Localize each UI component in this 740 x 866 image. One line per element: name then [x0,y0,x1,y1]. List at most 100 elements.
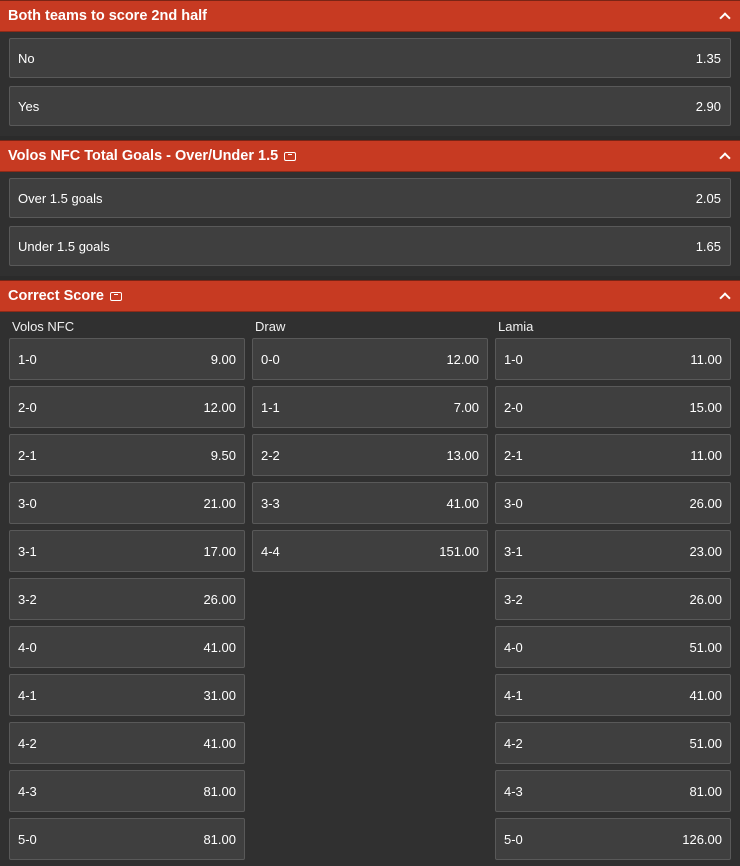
score-odds: 51.00 [689,735,722,751]
score-label: 0-0 [261,351,280,367]
score-button[interactable]: 3-2 26.00 [9,578,245,620]
score-label: 3-1 [18,543,37,559]
market-section: Both teams to score 2nd half No 1.35 Yes 2.9… [0,0,740,136]
score-label: 2-1 [504,447,523,463]
score-odds: 9.00 [210,351,236,367]
market-title: Volos NFC Total Goals - Over/Under 1.5 [8,148,720,164]
score-odds: 23.00 [689,543,722,559]
score-button[interactable]: 2-2 13.00 [252,434,488,476]
score-odds: 12.00 [203,399,236,415]
correct-score-column: Draw 0-0 12.00 1-1 7.00 2-2 13.00 3-3 41.00 4-4 15… [252,312,488,866]
score-odds: 17.00 [203,543,236,559]
column-label: Lamia [498,319,534,334]
column-label: Draw [255,319,286,334]
score-odds: 11.00 [690,351,722,367]
selection-button[interactable]: Over 1.5 goals 2.05 [9,178,731,218]
score-label: 4-0 [18,639,37,655]
score-button[interactable]: 4-3 81.00 [9,770,245,812]
market-selections: Over 1.5 goals 2.05 Under 1.5 goals 1.65 [0,172,740,276]
selection-label: No [18,50,35,66]
score-label: 4-3 [504,783,523,799]
score-odds: 7.00 [453,399,479,415]
score-button[interactable]: 0-0 12.00 [252,338,488,380]
score-label: 4-0 [504,639,523,655]
score-button[interactable]: 2-0 12.00 [9,386,245,428]
score-odds: 12.00 [446,351,479,367]
score-label: 2-0 [18,399,37,415]
score-button[interactable]: 4-4 151.00 [252,530,488,572]
score-button[interactable]: 4-0 41.00 [9,626,245,668]
market-header[interactable]: Volos NFC Total Goals - Over/Under 1.5 [0,140,740,172]
market-title: Correct Score [8,288,720,304]
score-button[interactable]: 4-3 81.00 [495,770,731,812]
score-label: 3-2 [504,591,523,607]
market-header[interactable]: Both teams to score 2nd half [0,0,740,32]
selection-odds: 2.05 [695,190,721,206]
score-button[interactable]: 2-1 11.00 [495,434,731,476]
score-button[interactable]: 4-2 41.00 [9,722,245,764]
score-button[interactable]: 2-0 15.00 [495,386,731,428]
selection-button[interactable]: Under 1.5 goals 1.65 [9,226,731,266]
market-selections: No 1.35 Yes 2.90 [0,32,740,136]
score-button[interactable]: 4-0 51.00 [495,626,731,668]
score-odds: 81.00 [203,831,236,847]
market-header[interactable]: Correct Score [0,280,740,312]
score-odds: 15.00 [689,399,722,415]
market-title-text: Both teams to score 2nd half [8,8,208,24]
selection-button[interactable]: Yes 2.90 [9,86,731,126]
score-odds: 81.00 [689,783,722,799]
score-odds: 41.00 [203,735,236,751]
score-label: 2-1 [18,447,37,463]
selection-label: Under 1.5 goals [18,238,110,254]
score-button[interactable]: 2-1 9.50 [9,434,245,476]
score-odds: 9.50 [210,447,236,463]
score-odds: 21.00 [203,495,236,511]
score-odds: 31.00 [203,687,236,703]
score-label: 3-3 [261,495,280,511]
selection-odds: 2.90 [695,98,721,114]
score-odds: 26.00 [689,591,722,607]
chevron-up-icon[interactable] [720,151,730,161]
score-odds: 26.00 [689,495,722,511]
score-button[interactable]: 4-2 51.00 [495,722,731,764]
score-button[interactable]: 4-1 31.00 [9,674,245,716]
score-odds: 11.00 [690,447,722,463]
score-button[interactable]: 5-0 81.00 [9,818,245,860]
selection-odds: 1.65 [695,238,721,254]
score-button[interactable]: 3-3 41.00 [252,482,488,524]
score-label: 5-0 [18,831,37,847]
score-odds: 41.00 [689,687,722,703]
selection-button[interactable]: No 1.35 [9,38,731,78]
score-button[interactable]: 4-1 41.00 [495,674,731,716]
score-button[interactable]: 1-0 9.00 [9,338,245,380]
score-button[interactable]: 1-1 7.00 [252,386,488,428]
score-label: 3-2 [18,591,37,607]
correct-score-column: Volos NFC 1-0 9.00 2-0 12.00 2-1 9.50 3-0 21.00 3… [9,312,245,866]
score-label: 3-0 [504,495,523,511]
score-label: 4-1 [18,687,37,703]
score-odds: 41.00 [203,639,236,655]
score-button[interactable]: 3-1 23.00 [495,530,731,572]
score-button[interactable]: 1-0 11.00 [495,338,731,380]
chevron-up-icon[interactable] [720,291,730,301]
score-label: 3-0 [18,495,37,511]
score-label: 1-0 [504,351,523,367]
chevron-up-icon[interactable] [720,11,730,21]
market-title-text: Volos NFC Total Goals - Over/Under 1.5 [8,148,279,164]
bet-builder-icon [109,291,122,301]
score-button[interactable]: 3-0 21.00 [9,482,245,524]
score-button[interactable]: 3-0 26.00 [495,482,731,524]
score-button[interactable]: 3-2 26.00 [495,578,731,620]
score-odds: 26.00 [203,591,236,607]
correct-score-grid: Volos NFC 1-0 9.00 2-0 12.00 2-1 9.50 3-0 21.00 3… [0,312,740,866]
market-title: Both teams to score 2nd half [8,8,720,24]
score-label: 4-4 [261,543,280,559]
market-section: Volos NFC Total Goals - Over/Under 1.5 Ov… [0,140,740,276]
selection-label: Over 1.5 goals [18,190,103,206]
score-odds: 13.00 [446,447,479,463]
score-button[interactable]: 5-0 126.00 [495,818,731,860]
score-button[interactable]: 3-1 17.00 [9,530,245,572]
score-label: 3-1 [504,543,523,559]
selection-odds: 1.35 [695,50,721,66]
score-label: 1-1 [261,399,280,415]
